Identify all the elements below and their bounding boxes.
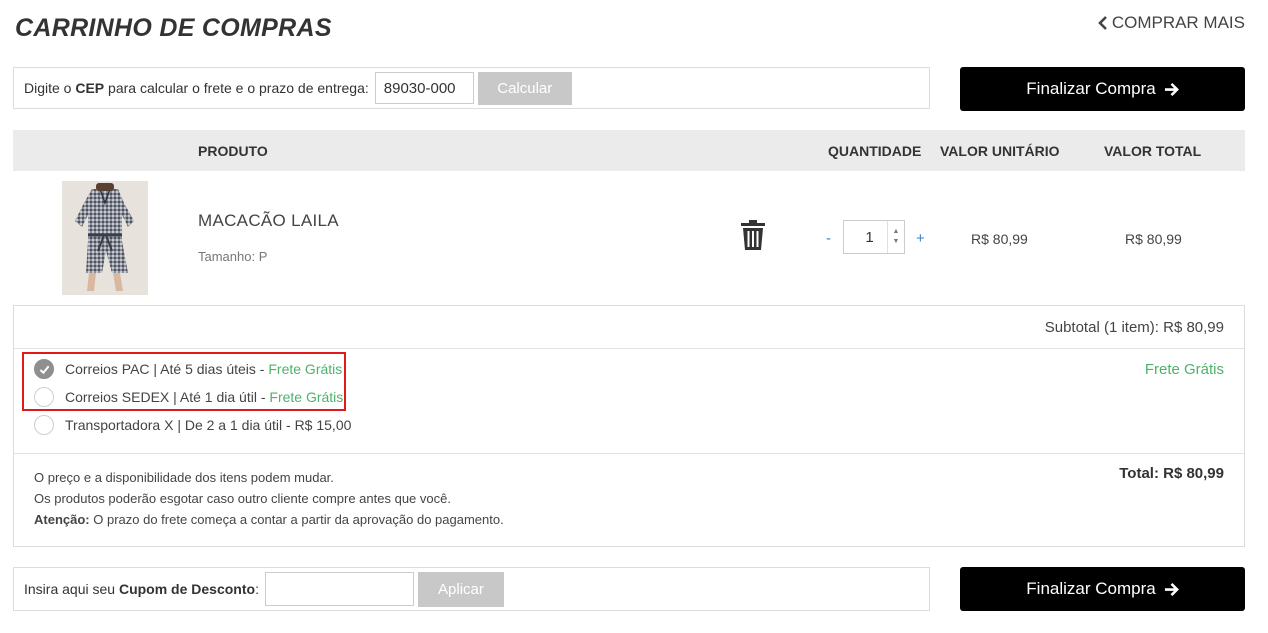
header-quantity: QUANTIDADE (828, 143, 922, 159)
note-line: O preço e a disponibilidade dos itens po… (34, 470, 334, 485)
coupon-input[interactable] (264, 572, 414, 606)
subtotal: Subtotal (1 item): R$ 80,99 (1044, 319, 1224, 336)
quantity-value[interactable]: 1 (844, 229, 887, 246)
calculate-button[interactable]: Calcular (477, 71, 572, 105)
divider (14, 348, 1244, 349)
cep-form: Digite o CEP para calcular o frete e o p… (13, 67, 930, 109)
cart-notes: O preço e a disponibilidade dos itens po… (34, 467, 504, 530)
unit-price: R$ 80,99 (971, 231, 1028, 247)
spin-up-icon[interactable]: ▲ (893, 228, 900, 236)
cep-input[interactable] (374, 72, 474, 104)
apply-coupon-button[interactable]: Aplicar (417, 571, 504, 607)
item-total-price: R$ 80,99 (1125, 231, 1182, 247)
coupon-form: Insira aqui seu Cupom de Desconto: Aplic… (13, 567, 930, 611)
trash-icon (741, 220, 765, 250)
arrow-right-icon (1164, 82, 1179, 96)
quantity-decrease-button[interactable]: - (826, 230, 831, 247)
order-total: Total: R$ 80,99 (1119, 465, 1224, 482)
page-title: CARRINHO DE COMPRAS (15, 14, 332, 42)
cep-label: Digite o CEP para calcular o frete e o p… (24, 80, 369, 96)
header-total-price: VALOR TOTAL (1104, 143, 1202, 159)
cart-table-header: PRODUTO QUANTIDADE VALOR UNITÁRIO VALOR … (13, 130, 1245, 171)
quantity-stepper[interactable]: 1 ▲ ▼ (843, 220, 905, 254)
header-unit-price: VALOR UNITÁRIO (940, 143, 1060, 159)
product-name[interactable]: MACACÃO LAILA (198, 211, 339, 231)
spin-down-icon[interactable]: ▼ (893, 238, 900, 246)
cart-summary: Subtotal (1 item): R$ 80,99 Correios PAC… (13, 305, 1245, 547)
product-size: Tamanho: P (198, 249, 268, 264)
product-image[interactable] (62, 181, 148, 295)
highlight-box (22, 352, 346, 411)
shipping-cost: Frete Grátis (1144, 361, 1224, 378)
header-product: PRODUTO (198, 143, 268, 159)
arrow-right-icon (1164, 582, 1179, 596)
radio-unchecked[interactable] (34, 415, 54, 435)
divider (14, 453, 1244, 454)
coupon-label: Insira aqui seu Cupom de Desconto: (24, 581, 259, 597)
continue-shopping-label: COMPRAR MAIS (1111, 13, 1245, 32)
shipping-option-transportadora[interactable]: Transportadora X | De 2 a 1 dia útil - R… (34, 415, 351, 435)
checkout-label: Finalizar Compra (1026, 579, 1156, 598)
chevron-left-icon (1097, 16, 1107, 30)
checkout-button-top[interactable]: Finalizar Compra (960, 67, 1245, 111)
quantity-increase-button[interactable]: + (916, 230, 925, 247)
note-line-attention: Atenção: O prazo do frete começa a conta… (34, 512, 504, 527)
quantity-spinner[interactable]: ▲ ▼ (887, 221, 904, 253)
checkout-button-bottom[interactable]: Finalizar Compra (960, 567, 1245, 611)
checkout-label: Finalizar Compra (1026, 79, 1156, 98)
continue-shopping-link[interactable]: COMPRAR MAIS (1097, 13, 1245, 33)
remove-item-button[interactable] (740, 220, 766, 250)
shipping-option-label: Transportadora X | De 2 a 1 dia útil - R… (65, 417, 352, 433)
note-line: Os produtos poderão esgotar caso outro c… (34, 491, 451, 506)
